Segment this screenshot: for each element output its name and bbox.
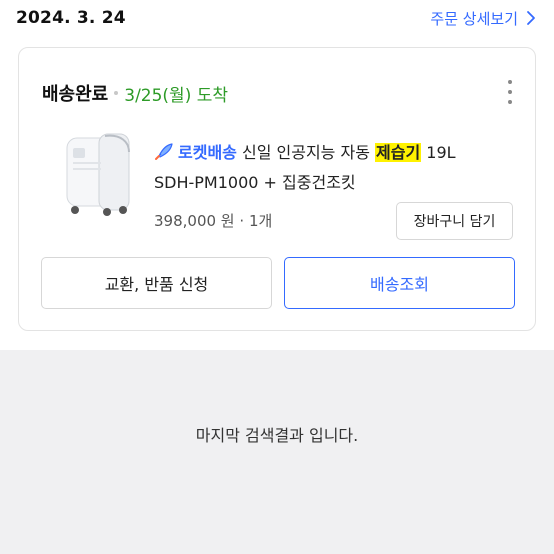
delivery-status-row: 배송완료 3/25(월) 도착: [42, 80, 228, 106]
order-list-page: 2024. 3. 24 주문 상세보기 배송완료 3/25(월) 도착 로켓배송…: [0, 0, 554, 554]
delivery-status: 배송완료: [42, 84, 109, 105]
product-title[interactable]: 로켓배송 신일 인공지능 자동 제습기 19L SDH-PM1000 + 집중건…: [154, 138, 524, 198]
order-header: 2024. 3. 24 주문 상세보기: [16, 6, 538, 30]
product-thumbnail[interactable]: [59, 130, 139, 220]
order-card: 배송완료 3/25(월) 도착 로켓배송 신일 인공지능 자동 제습기 19L …: [18, 47, 536, 331]
list-end-area: 마지막 검색결과 입니다.: [0, 350, 554, 554]
exchange-return-button[interactable]: 교환, 반품 신청: [41, 257, 272, 309]
more-vertical-icon[interactable]: [505, 80, 515, 104]
add-to-cart-button[interactable]: 장바구니 담기: [396, 202, 513, 240]
arrival-date: 3/25(월) 도착: [124, 85, 229, 106]
rocket-delivery-label: 로켓배송: [178, 143, 237, 162]
product-price: 398,000 원: [154, 212, 235, 230]
product-name-line2: SDH-PM1000 + 집중건조킷: [154, 173, 356, 192]
product-name-before: 신일 인공지능 자동: [241, 143, 370, 162]
order-detail-label: 주문 상세보기: [430, 9, 518, 28]
track-delivery-button[interactable]: 배송조회: [284, 257, 515, 309]
rocket-icon: [155, 143, 173, 160]
chevron-right-icon: [527, 11, 535, 25]
end-of-results-message: 마지막 검색결과 입니다.: [195, 426, 359, 445]
order-date: 2024. 3. 24: [16, 8, 126, 28]
order-detail-link[interactable]: 주문 상세보기: [430, 8, 538, 29]
product-name-after: 19L: [426, 143, 456, 162]
action-buttons: 교환, 반품 신청 배송조회: [41, 257, 515, 309]
separator-dot: [114, 91, 119, 95]
order-section: 2024. 3. 24 주문 상세보기 배송완료 3/25(월) 도착 로켓배송…: [0, 0, 554, 350]
price-quantity: 398,000 원 · 1개: [154, 210, 272, 231]
product-name-highlight: 제습기: [375, 143, 422, 162]
separator-dot-small: ·: [239, 212, 245, 230]
product-quantity: 1개: [248, 212, 273, 230]
product-title-line1: 로켓배송 신일 인공지능 자동 제습기 19L: [154, 138, 524, 168]
